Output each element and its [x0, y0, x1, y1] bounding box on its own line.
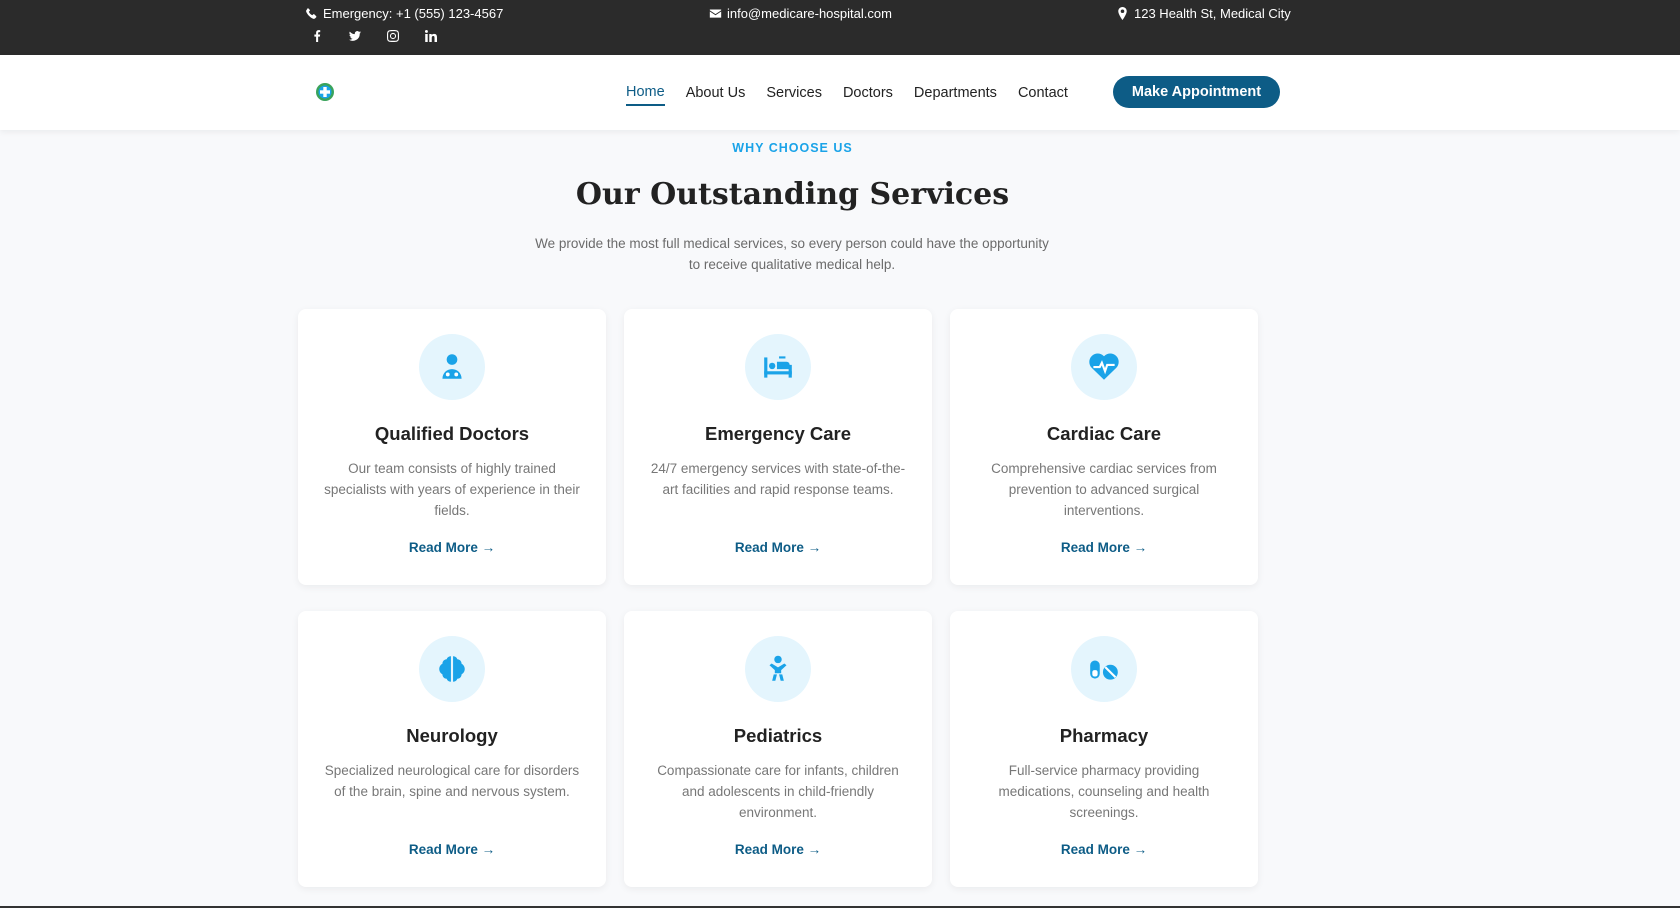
subtitle-line-2: to receive qualitative medical help. — [688, 257, 896, 272]
brain-icon — [439, 656, 465, 682]
card-description: Our team consists of highly trained spec… — [324, 461, 580, 518]
icon-wrapper — [1071, 636, 1137, 702]
nav-home[interactable]: Home — [626, 80, 665, 106]
section-eyebrow: WHY CHOOSE US — [732, 141, 853, 155]
main-navbar: Home About Us Services Doctors Departmen… — [0, 55, 1680, 130]
arrow-right-icon: → — [481, 842, 496, 857]
emergency-phone[interactable]: Emergency: +1 (555) 123-4567 — [305, 6, 503, 21]
email-text: info@medicare-hospital.com — [727, 6, 892, 21]
social-links — [309, 28, 439, 44]
card-title: Neurology — [406, 725, 498, 746]
nav-services[interactable]: Services — [766, 81, 822, 105]
card-title: Cardiac Care — [1046, 423, 1162, 444]
nav-about-us[interactable]: About Us — [686, 81, 746, 105]
top-bar: Emergency: +1 (555) 123-4567 info@medica… — [0, 0, 1680, 55]
arrow-right-icon: → — [807, 842, 822, 857]
arrow-right-icon: → — [1133, 540, 1148, 555]
service-card-pediatrics: Pediatrics Compassionate care for infant… — [624, 611, 932, 887]
heartbeat-icon — [1089, 353, 1119, 380]
card-description: Compassionate care for infants, children… — [657, 763, 899, 820]
nav-links: Home About Us Services Doctors Departmen… — [626, 55, 1068, 130]
phone-icon — [306, 7, 317, 19]
pills-icon — [1090, 660, 1118, 680]
service-card-qualified-doctors: Qualified Doctors Our team consists of h… — [298, 309, 606, 585]
read-more-link[interactable]: Read More → — [950, 540, 1258, 555]
service-card-pharmacy: Pharmacy Full-service pharmacy providing… — [950, 611, 1258, 887]
card-title: Pediatrics — [733, 725, 823, 746]
card-description: 24/7 emergency services with state-of-th… — [650, 461, 906, 497]
icon-wrapper — [419, 334, 485, 400]
read-more-link[interactable]: Read More → — [624, 540, 932, 555]
card-description: Specialized neurological care for disord… — [324, 763, 580, 799]
nav-contact[interactable]: Contact — [1018, 81, 1068, 105]
instagram-icon[interactable] — [385, 28, 401, 44]
icon-wrapper — [419, 636, 485, 702]
arrow-right-icon: → — [481, 540, 496, 555]
icon-wrapper — [745, 334, 811, 400]
phone-text: Emergency: +1 (555) 123-4567 — [323, 6, 504, 21]
nav-departments[interactable]: Departments — [914, 81, 997, 105]
read-more-link[interactable]: Read More → — [950, 842, 1258, 857]
read-more-link[interactable]: Read More → — [298, 540, 606, 555]
section-title: Our Outstanding Services — [575, 177, 1010, 212]
address-text: 123 Health St, Medical City — [1134, 6, 1291, 21]
read-more-link[interactable]: Read More → — [624, 842, 932, 857]
subtitle-line-1: We provide the most full medical service… — [535, 236, 1049, 251]
read-more-link[interactable]: Read More → — [298, 842, 606, 857]
baby-icon — [769, 655, 787, 681]
arrow-right-icon: → — [807, 540, 822, 555]
section-subtitle: We provide the most full medical service… — [492, 233, 1092, 275]
linkedin-icon[interactable] — [423, 28, 439, 44]
card-description: Comprehensive cardiac services from prev… — [991, 461, 1217, 518]
hospital-logo-icon[interactable] — [314, 81, 336, 103]
nav-doctors[interactable]: Doctors — [843, 81, 893, 105]
arrow-right-icon: → — [1133, 842, 1148, 857]
address: 123 Health St, Medical City — [1116, 6, 1291, 21]
card-description: Full-service pharmacy providing medicati… — [998, 763, 1210, 820]
service-card-emergency-care: Emergency Care 24/7 emergency services w… — [624, 309, 932, 585]
envelope-icon — [709, 9, 722, 18]
twitter-icon[interactable] — [347, 28, 363, 44]
service-card-neurology: Neurology Specialized neurological care … — [298, 611, 606, 887]
make-appointment-button[interactable]: Make Appointment — [1113, 76, 1280, 108]
map-marker-icon — [1118, 7, 1127, 20]
card-title: Qualified Doctors — [374, 423, 530, 444]
card-title: Emergency Care — [704, 423, 852, 444]
service-card-cardiac-care: Cardiac Care Comprehensive cardiac servi… — [950, 309, 1258, 585]
icon-wrapper — [745, 636, 811, 702]
doctor-icon — [442, 354, 462, 379]
services-section: WHY CHOOSE US Our Outstanding Services W… — [0, 130, 1680, 908]
email-contact[interactable]: info@medicare-hospital.com — [709, 6, 892, 21]
facebook-icon[interactable] — [309, 28, 325, 44]
card-title: Pharmacy — [1059, 725, 1149, 746]
icon-wrapper — [1071, 334, 1137, 400]
hospital-bed-icon — [764, 356, 792, 378]
